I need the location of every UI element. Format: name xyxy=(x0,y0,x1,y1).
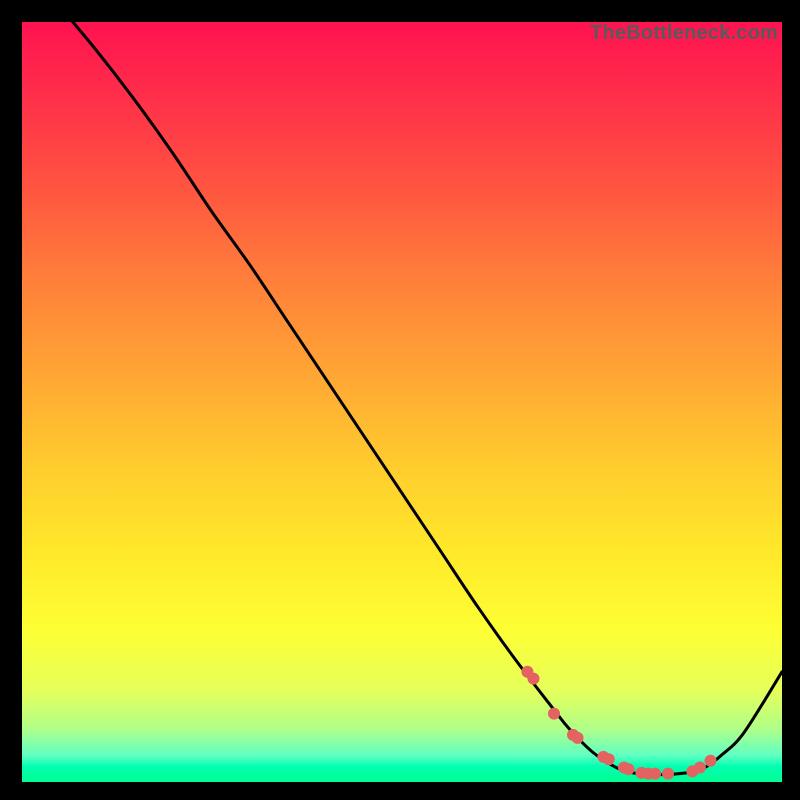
marker-dot xyxy=(662,768,674,780)
marker-dot xyxy=(527,673,539,685)
marker-dot xyxy=(705,755,717,767)
marker-dot xyxy=(572,732,584,744)
marker-dot xyxy=(649,768,661,780)
chart-area: TheBottleneck.com xyxy=(22,22,782,782)
curve-overlay xyxy=(22,22,782,782)
marker-dot xyxy=(622,763,634,775)
marker-dot xyxy=(694,762,706,774)
flat-region-markers xyxy=(521,666,716,780)
marker-dot xyxy=(603,753,615,765)
bottleneck-curve xyxy=(22,0,782,775)
marker-dot xyxy=(548,708,560,720)
